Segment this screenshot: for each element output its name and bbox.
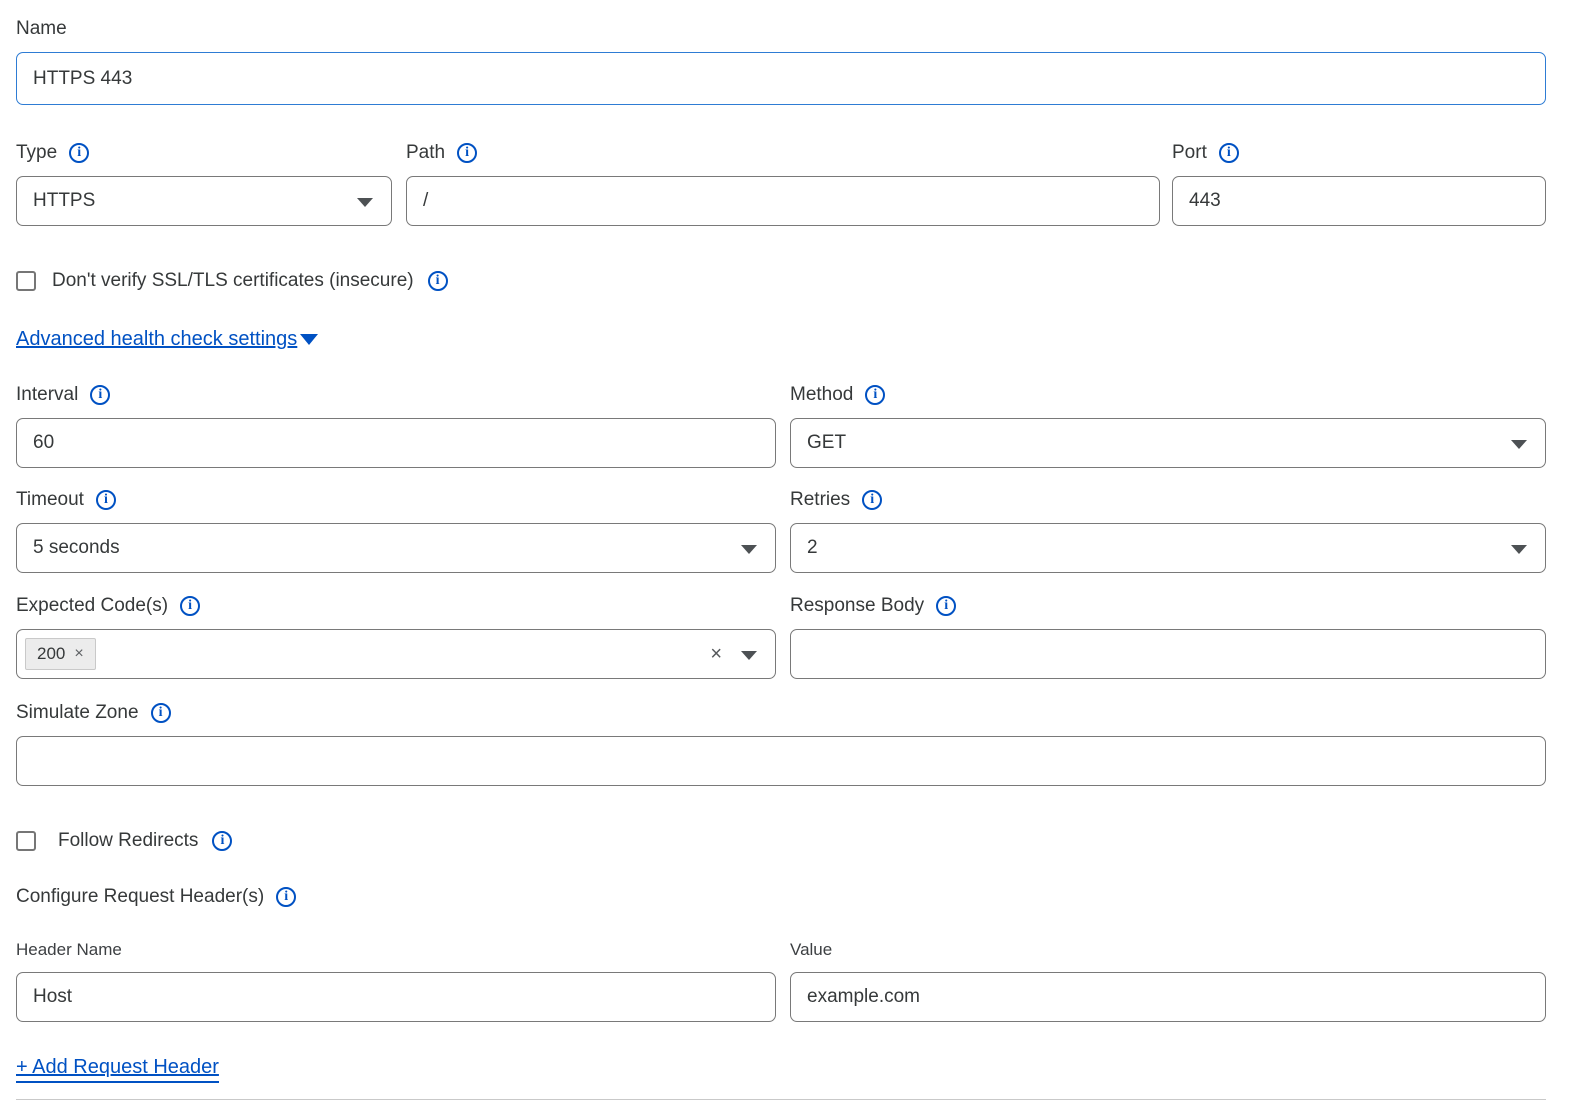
follow-redirects-row: Follow Redirects i bbox=[16, 830, 1546, 852]
expected-code-tag: 200 × bbox=[25, 638, 96, 670]
name-label-row: Name bbox=[16, 18, 1546, 40]
type-label: Type bbox=[16, 142, 57, 164]
retries-select[interactable]: 2 bbox=[790, 523, 1546, 573]
follow-redirects-checkbox[interactable] bbox=[16, 831, 36, 851]
advanced-settings-row: Advanced health check settings bbox=[16, 328, 1546, 351]
expected-code-tag-value: 200 bbox=[37, 644, 65, 664]
ssl-verify-row: Don't verify SSL/TLS certificates (insec… bbox=[16, 270, 1546, 292]
type-info-icon[interactable]: i bbox=[69, 143, 89, 163]
timeout-info-icon[interactable]: i bbox=[96, 490, 116, 510]
header-value-column-label: Value bbox=[790, 940, 1546, 960]
add-request-header-link[interactable]: + Add Request Header bbox=[16, 1056, 219, 1083]
chevron-down-icon bbox=[357, 198, 373, 207]
request-headers-info-icon[interactable]: i bbox=[276, 887, 296, 907]
expected-codes-multiselect[interactable]: 200 × × bbox=[16, 629, 776, 679]
path-input[interactable] bbox=[406, 176, 1160, 226]
header-name-column-label: Header Name bbox=[16, 940, 776, 960]
retries-label: Retries bbox=[790, 489, 850, 511]
ssl-verify-checkbox[interactable] bbox=[16, 271, 36, 291]
response-body-label: Response Body bbox=[790, 595, 924, 617]
chevron-down-icon bbox=[741, 651, 757, 660]
request-headers-label: Configure Request Header(s) bbox=[16, 886, 264, 908]
method-select[interactable]: GET bbox=[790, 418, 1546, 468]
follow-redirects-info-icon[interactable]: i bbox=[212, 831, 232, 851]
clear-all-icon[interactable]: × bbox=[710, 644, 722, 664]
simulate-zone-info-icon[interactable]: i bbox=[151, 703, 171, 723]
header-value-input[interactable] bbox=[790, 972, 1546, 1022]
interval-info-icon[interactable]: i bbox=[90, 385, 110, 405]
health-check-form: Name Type i HTTPS Path i Port i bbox=[0, 0, 1570, 1100]
chevron-down-icon bbox=[1511, 440, 1527, 449]
request-headers-title-row: Configure Request Header(s) i bbox=[16, 886, 1546, 908]
simulate-zone-input[interactable] bbox=[16, 736, 1546, 786]
interval-input[interactable] bbox=[16, 418, 776, 468]
method-info-icon[interactable]: i bbox=[865, 385, 885, 405]
timeout-label: Timeout bbox=[16, 489, 84, 511]
simulate-zone-label: Simulate Zone bbox=[16, 702, 139, 724]
chevron-down-icon bbox=[741, 545, 757, 554]
type-select-value: HTTPS bbox=[33, 190, 95, 212]
add-header-row: + Add Request Header bbox=[16, 1056, 1546, 1083]
expected-codes-info-icon[interactable]: i bbox=[180, 596, 200, 616]
header-row bbox=[16, 972, 1546, 1022]
timeout-retries-row: Timeout i 5 seconds Retries i 2 bbox=[16, 489, 1546, 573]
name-label: Name bbox=[16, 18, 67, 40]
chevron-down-icon bbox=[1511, 545, 1527, 554]
codes-body-row: Expected Code(s) i 200 × × Response Body… bbox=[16, 595, 1546, 679]
expected-codes-label: Expected Code(s) bbox=[16, 595, 168, 617]
ssl-verify-label: Don't verify SSL/TLS certificates (insec… bbox=[52, 270, 414, 292]
path-info-icon[interactable]: i bbox=[457, 143, 477, 163]
ssl-verify-info-icon[interactable]: i bbox=[428, 271, 448, 291]
header-columns-row: Header Name Value bbox=[16, 940, 1546, 972]
method-select-value: GET bbox=[807, 432, 846, 454]
method-label: Method bbox=[790, 384, 853, 406]
response-body-input[interactable] bbox=[790, 629, 1546, 679]
type-select[interactable]: HTTPS bbox=[16, 176, 392, 226]
simulate-zone-row: Simulate Zone i bbox=[16, 702, 1546, 786]
interval-method-row: Interval i Method i GET bbox=[16, 384, 1546, 468]
response-body-info-icon[interactable]: i bbox=[936, 596, 956, 616]
port-label: Port bbox=[1172, 142, 1207, 164]
path-label: Path bbox=[406, 142, 445, 164]
tag-remove-icon[interactable]: × bbox=[74, 645, 83, 663]
port-info-icon[interactable]: i bbox=[1219, 143, 1239, 163]
retries-info-icon[interactable]: i bbox=[862, 490, 882, 510]
follow-redirects-label: Follow Redirects bbox=[58, 830, 198, 852]
bottom-divider bbox=[16, 1099, 1546, 1100]
type-path-port-row: Type i HTTPS Path i Port i bbox=[16, 142, 1546, 226]
port-input[interactable] bbox=[1172, 176, 1546, 226]
interval-label: Interval bbox=[16, 384, 78, 406]
timeout-select[interactable]: 5 seconds bbox=[16, 523, 776, 573]
header-name-input[interactable] bbox=[16, 972, 776, 1022]
name-input[interactable] bbox=[16, 52, 1546, 105]
chevron-down-icon bbox=[300, 334, 318, 345]
timeout-select-value: 5 seconds bbox=[33, 537, 120, 559]
advanced-settings-link[interactable]: Advanced health check settings bbox=[16, 328, 297, 351]
retries-select-value: 2 bbox=[807, 537, 818, 559]
